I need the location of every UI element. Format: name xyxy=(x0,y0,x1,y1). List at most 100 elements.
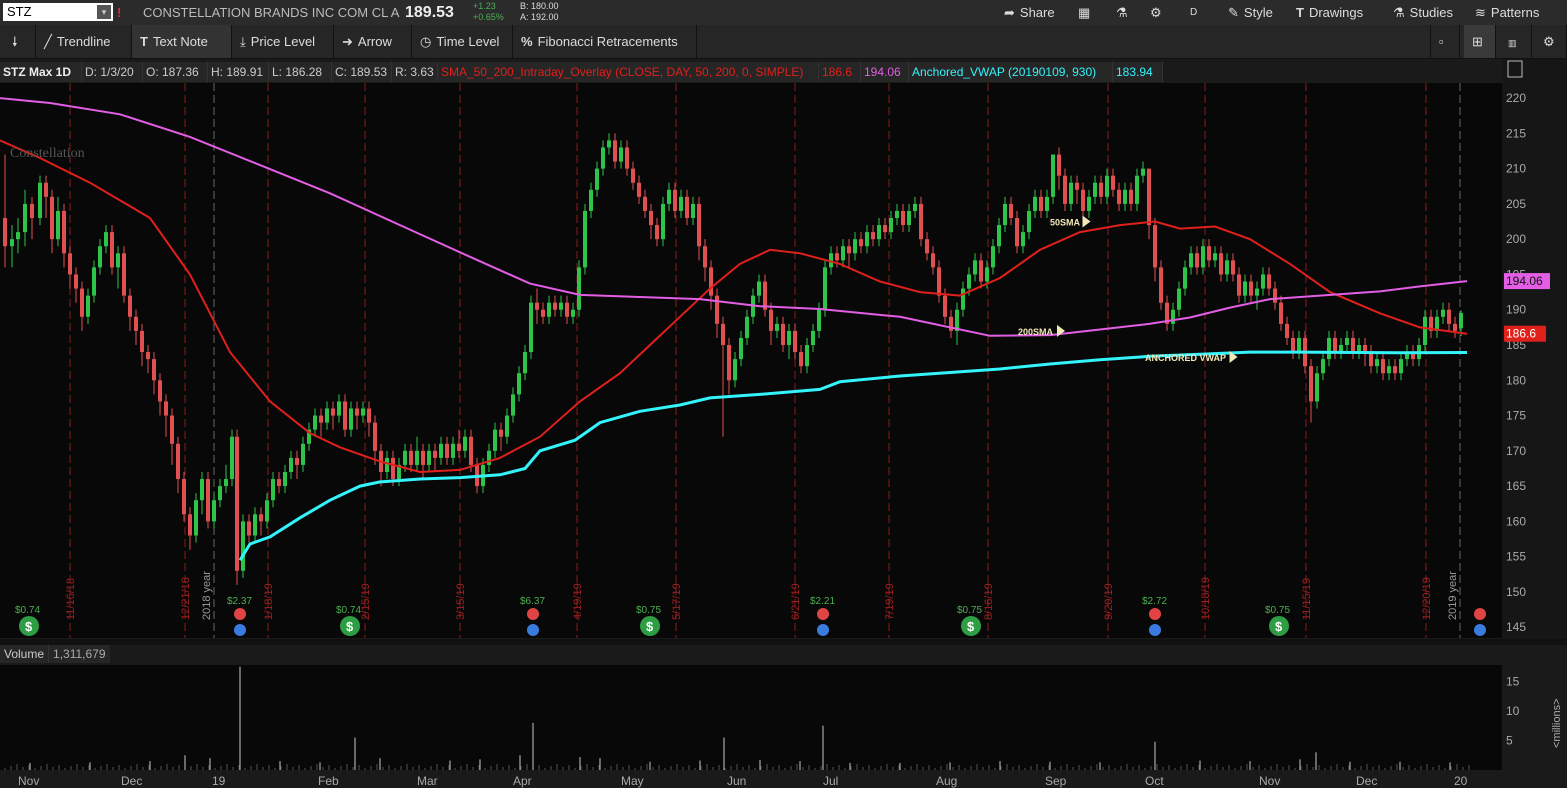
square-icon: ▫ xyxy=(1439,34,1444,49)
studies-button[interactable]: ⚗ Studies xyxy=(1393,0,1453,25)
chart-canvas[interactable]: 2202152102052001951901851801751701651601… xyxy=(0,59,1567,788)
candle-body xyxy=(1045,196,1049,211)
candle-body xyxy=(194,500,198,536)
candle-body xyxy=(128,295,132,317)
arrow-tool[interactable]: ➜ Arrow xyxy=(334,25,412,58)
candle-body xyxy=(937,267,941,296)
candle-body xyxy=(30,203,34,219)
candle-body xyxy=(110,232,114,268)
dividend-icon-glyph: $ xyxy=(967,619,975,634)
candle-body xyxy=(1171,309,1175,324)
candle-body xyxy=(1027,210,1031,233)
trendline-label: Trendline xyxy=(56,34,111,49)
month-tick-label: Dec xyxy=(1356,774,1377,788)
alert-icon[interactable]: ! xyxy=(117,0,121,25)
flask-icon: ⚗ xyxy=(1393,5,1405,20)
month-tick-label: Nov xyxy=(1259,774,1280,788)
candle-body xyxy=(781,323,785,345)
candle-body xyxy=(1441,309,1445,317)
sma-study-name[interactable]: SMA_50_200_Intraday_Overlay (CLOSE, DAY,… xyxy=(438,62,819,82)
share-button[interactable]: ➦ Share xyxy=(1004,0,1055,25)
event-date-label: 5/17/19 xyxy=(671,583,683,620)
candle-body xyxy=(1195,253,1199,268)
candle-body xyxy=(439,443,443,458)
candle-body xyxy=(1363,345,1367,353)
bars-button[interactable]: ▥ xyxy=(1500,25,1532,58)
candle-body xyxy=(176,443,180,480)
symbol-dropdown-icon[interactable]: ▾ xyxy=(97,5,111,19)
event-date-label: 2/15/19 xyxy=(360,583,372,620)
conference-call-icon xyxy=(1149,624,1161,636)
month-tick-label: Mar xyxy=(417,774,438,788)
candle-body xyxy=(457,443,461,451)
calendar-icon: ▦ xyxy=(1078,5,1091,20)
candle-body xyxy=(979,260,983,282)
candle-body xyxy=(134,316,138,331)
candle-body xyxy=(577,267,581,310)
period-button[interactable]: D xyxy=(1190,0,1197,25)
candle-body xyxy=(1153,225,1157,268)
candle-body xyxy=(86,295,90,317)
month-tick-label: Apr xyxy=(513,774,532,788)
price-level-tool[interactable]: ⤓ Price Level xyxy=(232,25,334,58)
price-tick-label: 170 xyxy=(1506,444,1526,458)
time-level-label: Time Level xyxy=(436,34,500,49)
candle-body xyxy=(769,309,773,331)
candle-body xyxy=(871,232,875,240)
candle-body xyxy=(92,267,96,296)
legend-date: D: 1/3/20 xyxy=(82,62,143,82)
candle-body xyxy=(140,330,144,353)
fibonacci-tool[interactable]: % Fibonacci Retracements xyxy=(513,25,697,58)
candle-body xyxy=(589,189,593,211)
watermark-logo: Constellation xyxy=(10,146,85,161)
candle-body xyxy=(1183,267,1187,289)
fibonacci-label: Fibonacci Retracements xyxy=(537,34,678,49)
patterns-button[interactable]: ≋ Patterns xyxy=(1475,0,1539,25)
style-icon: ✎ xyxy=(1228,5,1239,20)
year-marker-label: 2018 year xyxy=(201,571,213,620)
price-tick-label: 165 xyxy=(1506,479,1526,493)
style-button[interactable]: ✎ Style xyxy=(1228,0,1273,25)
candle-body xyxy=(295,457,299,465)
single-layout-button[interactable]: ▫ xyxy=(1430,25,1460,58)
candle-body xyxy=(349,408,353,430)
chart-settings-button[interactable]: ⚙ xyxy=(1535,25,1567,58)
gear-icon: ⚙ xyxy=(1543,34,1555,49)
candle-body xyxy=(1039,196,1043,211)
candle-body xyxy=(973,260,977,275)
candle-body xyxy=(1087,196,1091,211)
candle-body xyxy=(277,479,281,487)
trendline-tool[interactable]: ╱ Trendline xyxy=(36,25,132,58)
price-tick-label: 190 xyxy=(1506,303,1526,317)
vwap-study-name[interactable]: Anchored_VWAP (20190109, 930) xyxy=(909,62,1113,82)
candle-body xyxy=(1129,189,1133,204)
candle-body xyxy=(62,210,66,254)
candle-body xyxy=(643,196,647,211)
legend-low: L: 186.28 xyxy=(269,62,332,82)
dividend-icon-glyph: $ xyxy=(646,619,654,634)
candle-body xyxy=(817,309,821,331)
candle-body xyxy=(68,253,72,275)
price-tick-label: 210 xyxy=(1506,162,1526,176)
candle-body xyxy=(463,436,467,451)
candle-body xyxy=(943,295,947,317)
candle-body xyxy=(625,147,629,169)
candle-body xyxy=(793,330,797,353)
cursor-tool[interactable]: 🠗 xyxy=(0,25,36,58)
settings-button[interactable]: ⚙ xyxy=(1150,0,1167,25)
flask-button[interactable]: ⚗ xyxy=(1116,0,1133,25)
candle-body xyxy=(637,182,641,197)
candle-body xyxy=(499,429,503,437)
sma50-value: 186.6 xyxy=(819,62,861,82)
candle-body xyxy=(1357,345,1361,353)
drawings-button[interactable]: T Drawings xyxy=(1296,0,1363,25)
earnings-icon xyxy=(527,608,539,620)
candle-body xyxy=(146,352,150,360)
time-level-tool[interactable]: ◷ Time Level xyxy=(412,25,513,58)
text-note-tool[interactable]: T Text Note xyxy=(132,25,232,58)
price-tick-label: 175 xyxy=(1506,409,1526,423)
candle-body xyxy=(1291,337,1295,353)
grid-layout-button[interactable]: ⊞ xyxy=(1464,25,1496,58)
symbol-input[interactable]: STZ ▾ xyxy=(3,3,113,21)
calendar-button[interactable]: ▦ xyxy=(1078,0,1095,25)
